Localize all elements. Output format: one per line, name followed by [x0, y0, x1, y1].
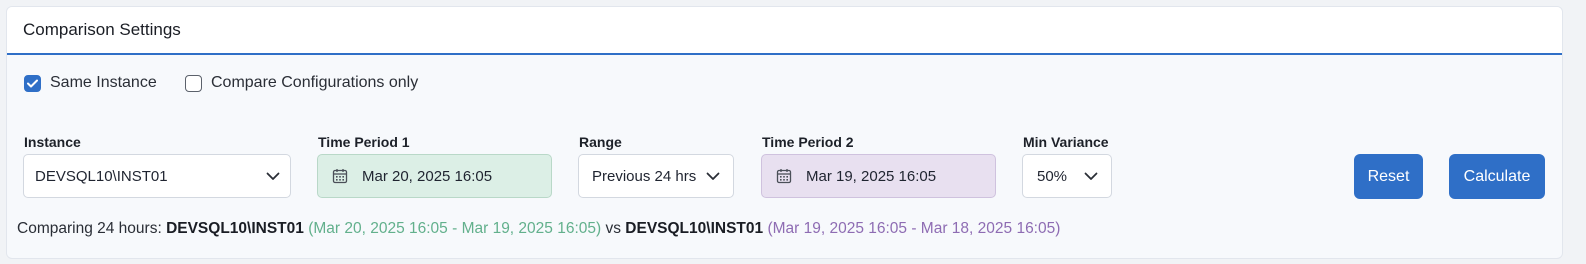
time-period-1-input[interactable]: Mar 20, 2025 16:05 [317, 154, 552, 198]
time-period-2-label: Time Period 2 [762, 134, 854, 150]
calendar-icon [776, 168, 792, 184]
time-period-2-input[interactable]: Mar 19, 2025 16:05 [761, 154, 996, 198]
time-period-2-value: Mar 19, 2025 16:05 [806, 167, 937, 185]
min-variance-label: Min Variance [1023, 134, 1109, 150]
summary-vs: vs [601, 220, 626, 237]
panel-header: Comparison Settings [7, 7, 1562, 55]
compare-configurations-checkbox[interactable]: Compare Configurations only [185, 74, 418, 92]
range-select[interactable]: Previous 24 hrs [578, 154, 734, 198]
chevron-down-icon [1084, 172, 1098, 181]
chevron-down-icon [266, 172, 280, 181]
chevron-down-icon [706, 172, 720, 181]
summary-instance-1: DEVSQL10\INST01 [166, 220, 304, 237]
instance-select-value: DEVSQL10\INST01 [35, 167, 168, 185]
range-select-value: Previous 24 hrs [592, 167, 697, 185]
same-instance-checkbox[interactable]: Same Instance [24, 74, 157, 92]
summary-instance-2: DEVSQL10\INST01 [625, 220, 764, 237]
compare-configurations-label: Compare Configurations only [211, 74, 419, 91]
checkbox-unchecked[interactable] [185, 74, 202, 92]
same-instance-label: Same Instance [50, 74, 157, 91]
options-row: Same Instance Compare Configurations onl… [0, 74, 1586, 98]
reset-button[interactable]: Reset [1354, 154, 1423, 199]
min-variance-select[interactable]: 50% [1022, 154, 1112, 198]
summary-period-1-range: (Mar 20, 2025 16:05 - Mar 19, 2025 16:05… [308, 220, 602, 237]
check-icon [27, 79, 38, 87]
time-period-1-label: Time Period 1 [318, 134, 410, 150]
summary-period-2-range: (Mar 19, 2025 16:05 - Mar 18, 2025 16:05… [767, 220, 1061, 237]
panel-title: Comparison Settings [23, 20, 181, 39]
min-variance-value: 50% [1037, 167, 1068, 185]
checkbox-checked[interactable] [24, 74, 41, 92]
summary-prefix: Comparing 24 hours: [17, 220, 167, 237]
calendar-icon [332, 168, 348, 184]
range-label: Range [579, 134, 622, 150]
comparison-summary: Comparing 24 hours: DEVSQL10\INST01 (Mar… [17, 220, 1060, 238]
calculate-button[interactable]: Calculate [1449, 154, 1545, 199]
instance-select[interactable]: DEVSQL10\INST01 [23, 154, 291, 198]
instance-label: Instance [24, 134, 81, 150]
time-period-1-value: Mar 20, 2025 16:05 [362, 167, 493, 185]
